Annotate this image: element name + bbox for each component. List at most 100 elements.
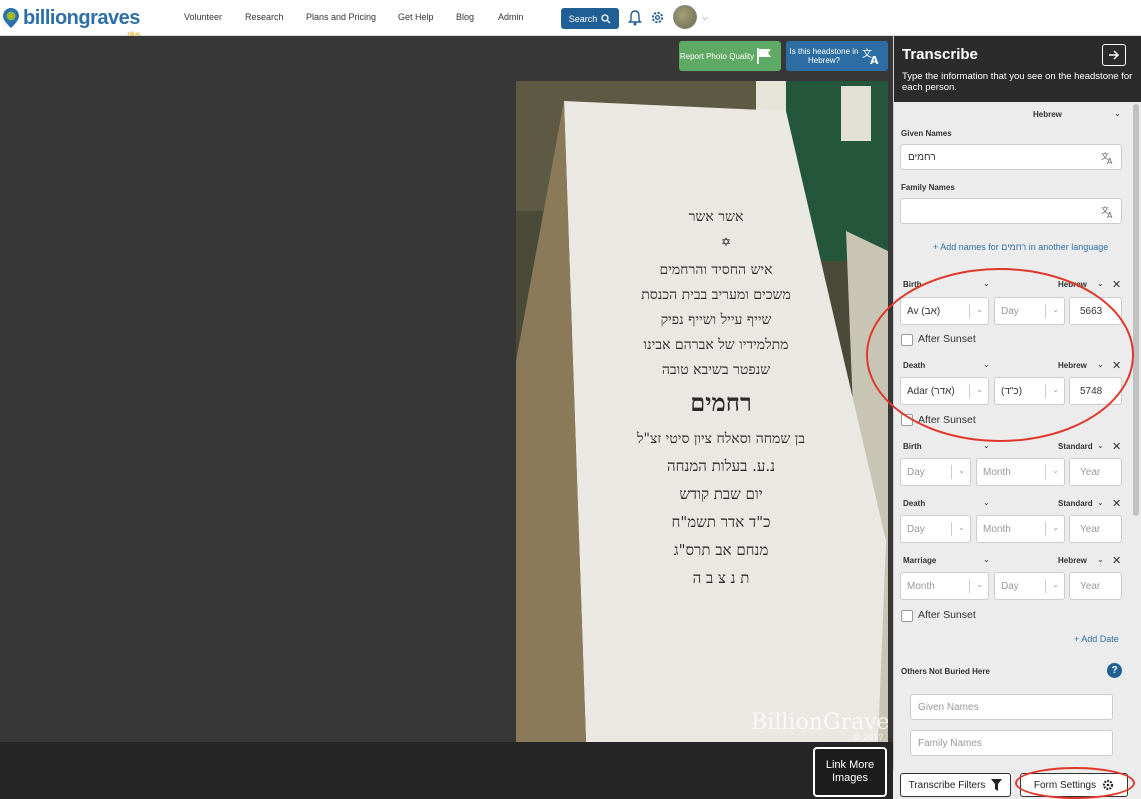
date-type-label[interactable]: Marriage: [903, 556, 936, 565]
add-date-link[interactable]: + Add Date: [1074, 634, 1119, 644]
nav-volunteer[interactable]: Volunteer: [184, 12, 222, 22]
after-sunset-label[interactable]: After Sunset: [918, 414, 976, 426]
nav-admin[interactable]: Admin: [498, 12, 524, 22]
month-select[interactable]: Adar (אדר) ⌄: [900, 377, 989, 405]
panel-scrollbar[interactable]: [1133, 104, 1139, 516]
chevron-down-icon[interactable]: ⌵: [702, 13, 708, 23]
panel-title: Transcribe: [902, 46, 978, 63]
chevron-down-icon[interactable]: ⌄: [1097, 360, 1104, 369]
nav-get-help[interactable]: Get Help: [398, 12, 434, 22]
nav-blog[interactable]: Blog: [456, 12, 474, 22]
chevron-down-icon[interactable]: ⌄: [1097, 498, 1104, 507]
chevron-down-icon[interactable]: ⌄: [983, 360, 990, 369]
remove-date-button[interactable]: ✕: [1112, 554, 1121, 567]
chevron-down-icon[interactable]: ⌄: [983, 498, 990, 507]
nav-plans-pricing[interactable]: Plans and Pricing: [306, 12, 376, 22]
avatar[interactable]: [673, 5, 697, 29]
logo-pin-icon: [3, 8, 19, 28]
svg-text:נ.ע. בעלות המנחה: נ.ע. בעלות המנחה: [667, 457, 775, 475]
after-sunset-checkbox[interactable]: [901, 334, 913, 346]
month-value: Month: [983, 523, 1011, 535]
hebrew-headstone-button[interactable]: Is this headstone in Hebrew? 文A: [786, 41, 888, 71]
top-nav: billiongraves plus Volunteer Research Pla…: [0, 0, 1141, 39]
year-input[interactable]: 5748: [1069, 377, 1122, 405]
month-select[interactable]: Month ⌄: [976, 458, 1065, 486]
remove-date-button[interactable]: ✕: [1112, 359, 1121, 372]
svg-text:רחמים: רחמים: [690, 388, 752, 417]
add-names-link[interactable]: + Add names for רחמים in another languag…: [933, 242, 1108, 252]
day-select[interactable]: Day ⌄: [900, 458, 971, 486]
chevron-down-icon[interactable]: ⌄: [1097, 279, 1104, 288]
year-input[interactable]: Year: [1069, 515, 1122, 543]
gear-icon: [1103, 779, 1114, 791]
day-select[interactable]: Day ⌄: [994, 572, 1065, 600]
chevron-down-icon[interactable]: ⌄: [1114, 109, 1121, 118]
hebrew-label: Is this headstone in Hebrew?: [789, 47, 859, 65]
form-settings-button[interactable]: Form Settings: [1020, 773, 1128, 797]
family-names-input[interactable]: 文A: [900, 198, 1122, 224]
chevron-down-icon[interactable]: ⌄: [983, 441, 990, 450]
report-label: Report Photo Quality: [679, 51, 755, 61]
calendar-type[interactable]: Standard: [1058, 499, 1093, 508]
others-family-names-input[interactable]: Family Names: [910, 730, 1113, 756]
translate-icon[interactable]: 文A: [1101, 205, 1115, 218]
logo-text: billiongraves plus: [23, 6, 140, 39]
search-button[interactable]: Search: [561, 8, 619, 29]
month-select[interactable]: Month ⌄: [976, 515, 1065, 543]
year-input[interactable]: Year: [1069, 572, 1122, 600]
language-select-label[interactable]: Hebrew: [1033, 110, 1062, 119]
chevron-down-icon: ⌄: [958, 466, 965, 475]
gear-icon[interactable]: [650, 10, 665, 25]
date-type-label[interactable]: Death: [903, 499, 925, 508]
calendar-type[interactable]: Hebrew: [1058, 556, 1087, 565]
select-separator: [1045, 522, 1046, 536]
others-given-names-input[interactable]: Given Names: [910, 694, 1113, 720]
panel-subtitle: Type the information that you see on the…: [902, 71, 1133, 93]
translate-icon[interactable]: 文A: [1101, 151, 1115, 164]
panel-header: Transcribe Type the information that you…: [894, 36, 1141, 102]
calendar-type[interactable]: Hebrew: [1058, 280, 1087, 289]
month-value: Month: [983, 466, 1011, 478]
exit-transcribe-button[interactable]: [1102, 44, 1126, 66]
day-select[interactable]: Day ⌄: [994, 297, 1065, 325]
svg-text:מנחם אב תרס"ג: מנחם אב תרס"ג: [674, 541, 769, 559]
month-select[interactable]: Av (אב) ⌄: [900, 297, 989, 325]
chevron-down-icon[interactable]: ⌄: [983, 279, 990, 288]
year-input[interactable]: 5663: [1069, 297, 1122, 325]
bell-icon[interactable]: [628, 10, 642, 26]
date-type-label[interactable]: Death: [903, 361, 925, 370]
date-type-label[interactable]: Birth: [903, 442, 922, 451]
link-more-images-button[interactable]: Link More Images: [813, 747, 887, 797]
billiongraves-logo[interactable]: billiongraves plus: [2, 4, 140, 39]
year-input[interactable]: Year: [1069, 458, 1122, 486]
chevron-down-icon[interactable]: ⌄: [983, 555, 990, 564]
calendar-type[interactable]: Standard: [1058, 442, 1093, 451]
chevron-down-icon: ⌄: [958, 523, 965, 532]
form-settings-label: Form Settings: [1033, 779, 1097, 791]
help-icon[interactable]: ?: [1107, 663, 1122, 678]
remove-date-button[interactable]: ✕: [1112, 497, 1121, 510]
after-sunset-checkbox[interactable]: [901, 610, 913, 622]
svg-text:ת נ צ ב ה: ת נ צ ב ה: [693, 569, 750, 587]
month-select[interactable]: Month ⌄: [900, 572, 989, 600]
month-value: Av (אב): [907, 305, 941, 317]
after-sunset-label[interactable]: After Sunset: [918, 609, 976, 621]
headstone-photo[interactable]: אשר אשר ✡ איש החסיד והרחמים משכים ומעריב…: [516, 81, 888, 742]
transcribe-filters-button[interactable]: Transcribe Filters: [900, 773, 1011, 797]
day-select[interactable]: (כ"ד) ⌄: [994, 377, 1065, 405]
date-type-label[interactable]: Birth: [903, 280, 922, 289]
calendar-type[interactable]: Hebrew: [1058, 361, 1087, 370]
chevron-down-icon[interactable]: ⌄: [1097, 555, 1104, 564]
after-sunset-label[interactable]: After Sunset: [918, 333, 976, 345]
remove-date-button[interactable]: ✕: [1112, 440, 1121, 453]
nav-research[interactable]: Research: [245, 12, 284, 22]
day-select[interactable]: Day ⌄: [900, 515, 971, 543]
after-sunset-checkbox[interactable]: [901, 414, 913, 426]
report-photo-quality-button[interactable]: Report Photo Quality: [679, 41, 781, 71]
remove-date-button[interactable]: ✕: [1112, 278, 1121, 291]
chevron-down-icon[interactable]: ⌄: [1097, 441, 1104, 450]
headstone-image: אשר אשר ✡ איש החסיד והרחמים משכים ומעריב…: [516, 81, 888, 742]
svg-text:A: A: [1107, 211, 1113, 218]
given-names-input[interactable]: רחמים 文A: [900, 144, 1122, 170]
select-separator: [969, 384, 970, 398]
